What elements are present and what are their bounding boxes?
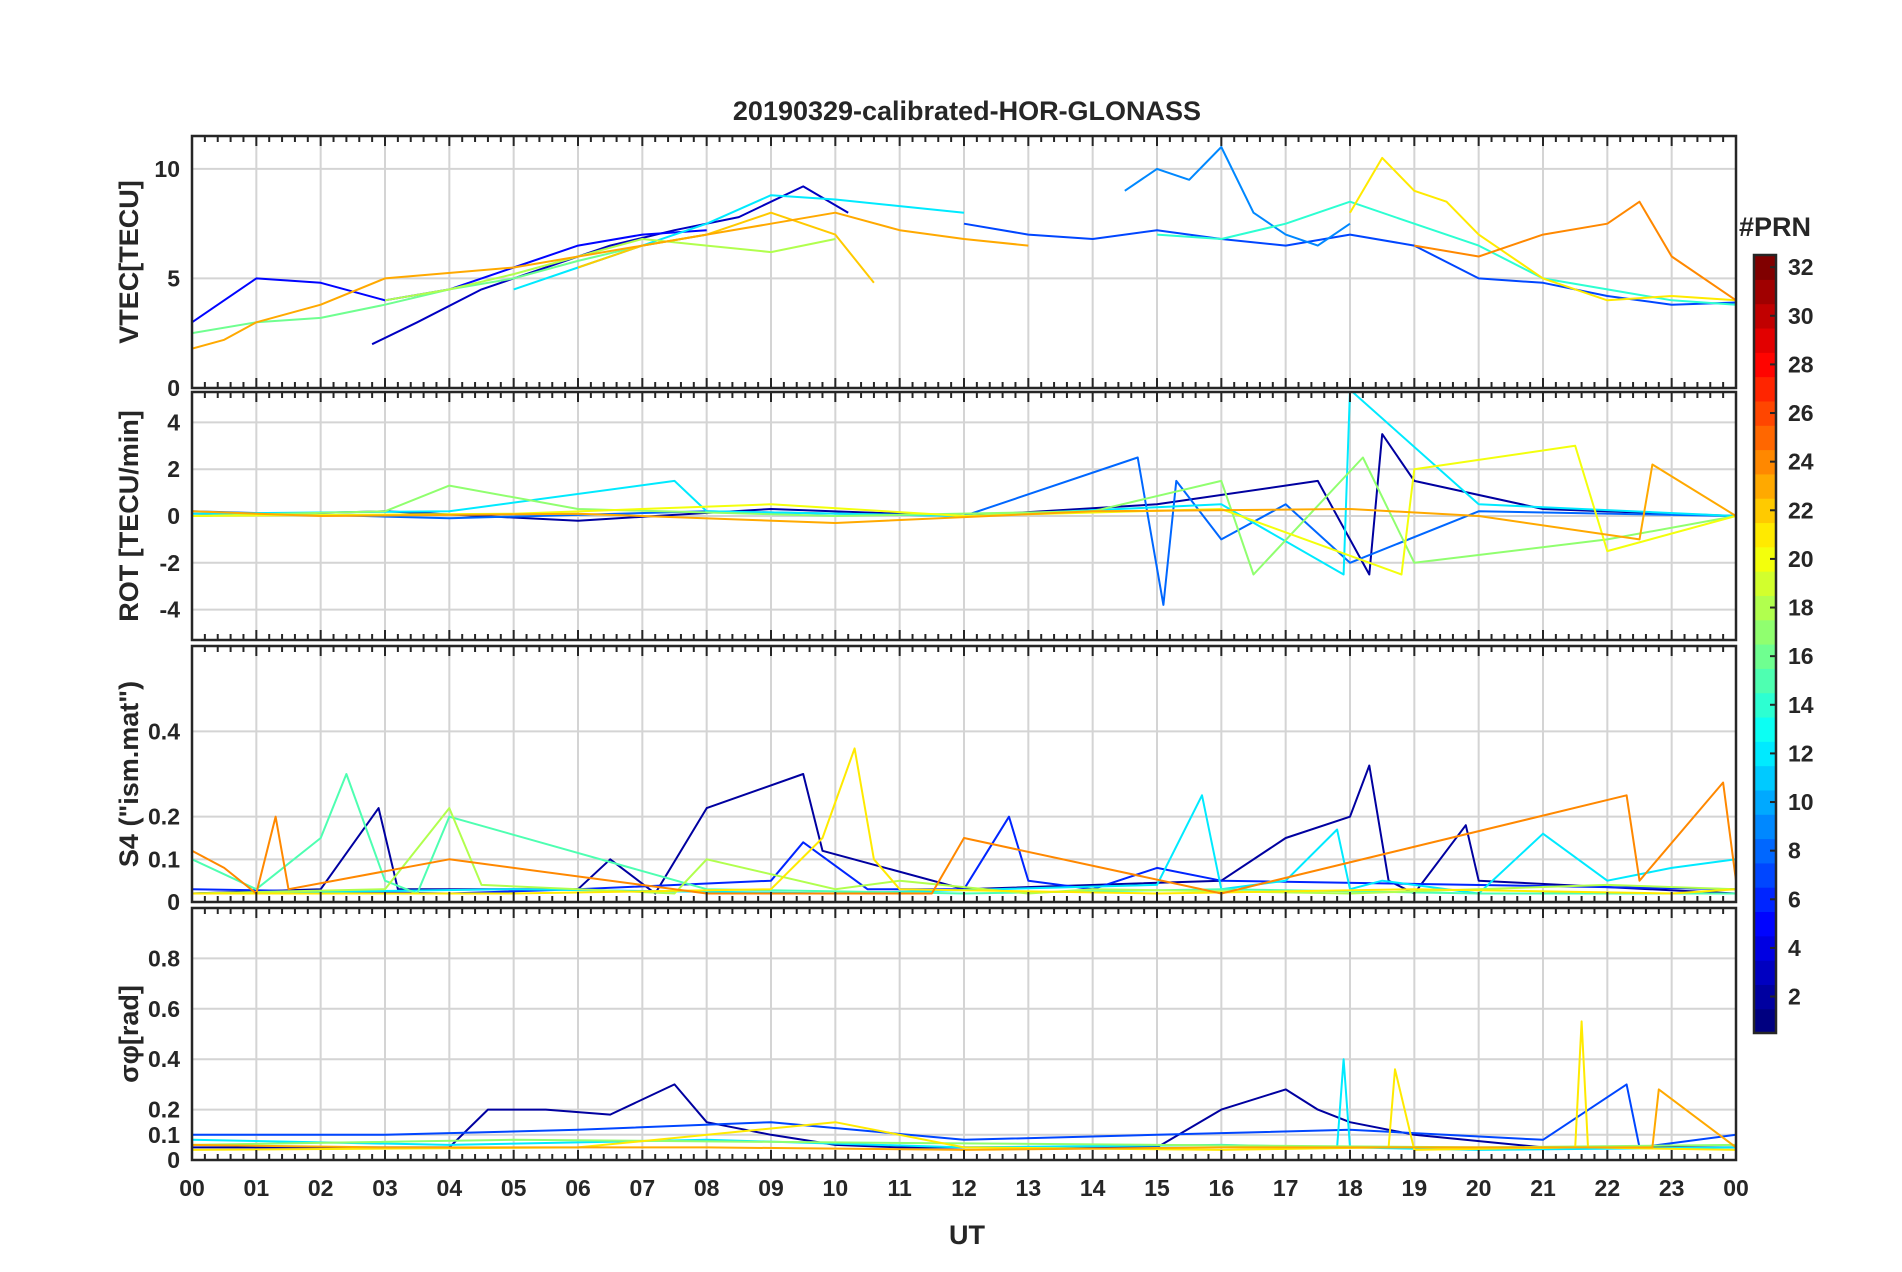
x-axis-label: UT xyxy=(949,1220,985,1250)
colorbar-swatch xyxy=(1754,279,1776,305)
panel-rot: -4 -2 0 2 4 ROT [TECU/min] xyxy=(114,390,1738,642)
colorbar-tick-label: 32 xyxy=(1788,254,1814,280)
y-tick-label: 5 xyxy=(167,265,180,291)
colorbar: 2468101214161820222426283032 xyxy=(1752,253,1814,1035)
y-tick-label: -4 xyxy=(160,597,181,623)
colorbar-label: #PRN xyxy=(1739,212,1811,242)
x-tick-label: 15 xyxy=(1144,1175,1170,1201)
colorbar-tick-label: 12 xyxy=(1788,740,1814,766)
y-axis-label: VTEC[TECU] xyxy=(114,180,144,344)
x-tick-label: 04 xyxy=(437,1175,463,1201)
figure: 20190329-calibrated-HOR-GLONASS 0510VTEC… xyxy=(114,96,1814,1250)
x-tick-label: 12 xyxy=(951,1175,977,1201)
colorbar-swatch xyxy=(1754,522,1776,548)
y-axis-label: ROT [TECU/min] xyxy=(114,410,144,621)
colorbar-tick-label: 14 xyxy=(1788,692,1814,718)
y-tick-label: 4 xyxy=(167,409,180,435)
panel-vtec: 0 5 10 VTEC[TECU] xyxy=(114,134,1738,401)
colorbar-tick-label: 28 xyxy=(1788,351,1814,377)
colorbar-swatch xyxy=(1754,765,1776,791)
series-line-prn-3 xyxy=(371,185,849,346)
panel-sigma_phi: 00.10.2 0.4 0.6 0.8σφ[rad] 00 01 02 03 04 05 06 07 0… xyxy=(114,906,1749,1201)
colorbar-swatch xyxy=(1754,911,1776,937)
x-tick-label: 14 xyxy=(1080,1175,1106,1201)
series-line-prn-12 xyxy=(513,194,965,291)
y-tick-label: 0.6 xyxy=(148,996,180,1022)
x-tick-label: 13 xyxy=(1016,1175,1042,1201)
x-tick-label: 00 xyxy=(1723,1175,1749,1201)
y-tick-label: 0 xyxy=(167,1147,180,1173)
x-tick-label: 16 xyxy=(1209,1175,1235,1201)
colorbar-tick-label: 20 xyxy=(1788,546,1814,572)
y-tick-label: 0.2 xyxy=(148,1097,180,1123)
x-tick-label: 08 xyxy=(694,1175,720,1201)
x-tick-label: 00 xyxy=(179,1175,205,1201)
panels: 0510VTEC[TECU]-4-2024ROT [TECU/min]00.10… xyxy=(114,134,1749,1201)
colorbar-swatch xyxy=(1754,473,1776,499)
colorbar-swatch xyxy=(1754,619,1776,645)
series-line-prn-24 xyxy=(1414,200,1736,302)
y-tick-label: 10 xyxy=(154,156,180,182)
colorbar-tick-label: 22 xyxy=(1788,497,1814,523)
colorbar-swatch xyxy=(1754,960,1776,985)
y-axis-label: S4 ("ism.mat") xyxy=(114,681,144,867)
y-tick-label: 0 xyxy=(167,889,180,915)
y-tick-label: 0.1 xyxy=(148,1122,180,1148)
colorbar-swatch xyxy=(1754,376,1776,402)
colorbar-tick-label: 30 xyxy=(1788,303,1814,329)
colorbar-swatch xyxy=(1754,814,1776,840)
y-tick-label: 0 xyxy=(167,503,180,529)
colorbar-tick-label: 18 xyxy=(1788,595,1814,621)
y-tick-label: 0.8 xyxy=(148,945,180,971)
panel-s4: 0 0.1 0.2 0.4S4 ("ism.mat") xyxy=(114,644,1738,915)
x-tick-label: 18 xyxy=(1337,1175,1363,1201)
x-tick-label: 23 xyxy=(1659,1175,1685,1201)
x-tick-label: 05 xyxy=(501,1175,527,1201)
y-tick-label: 2 xyxy=(167,456,180,482)
x-tick-label: 03 xyxy=(372,1175,398,1201)
y-tick-label: 0.4 xyxy=(148,718,180,744)
colorbar-tick-label: 6 xyxy=(1788,886,1801,912)
series-line-prn-18 xyxy=(384,238,836,302)
y-tick-label: -2 xyxy=(160,550,180,576)
x-tick-label: 20 xyxy=(1466,1175,1492,1201)
x-tick-label: 07 xyxy=(630,1175,656,1201)
colorbar-swatch xyxy=(1754,571,1776,596)
x-tick-label: 11 xyxy=(888,1175,913,1201)
colorbar-tick-label: 10 xyxy=(1788,789,1814,815)
series-line-prn-23 xyxy=(192,211,1029,350)
colorbar-tick-label: 26 xyxy=(1788,400,1814,426)
x-tick-label: 17 xyxy=(1273,1175,1299,1201)
colorbar-swatch xyxy=(1754,716,1776,742)
colorbar-tick-label: 8 xyxy=(1788,838,1801,864)
colorbar-tick-label: 2 xyxy=(1788,984,1801,1010)
colorbar-swatch xyxy=(1754,425,1776,451)
x-tick-label: 22 xyxy=(1595,1175,1621,1201)
x-tick-label: 10 xyxy=(823,1175,849,1201)
y-tick-label: 0.1 xyxy=(148,846,180,872)
colorbar-tick-label: 16 xyxy=(1788,643,1814,669)
x-tick-label: 21 xyxy=(1530,1175,1556,1201)
y-tick-label: 0 xyxy=(167,375,180,401)
x-tick-label: 06 xyxy=(565,1175,591,1201)
colorbar-tick-label: 24 xyxy=(1788,449,1814,475)
x-tick-label: 19 xyxy=(1402,1175,1428,1201)
y-tick-label: 0.4 xyxy=(148,1046,180,1072)
x-tick-label: 09 xyxy=(758,1175,784,1201)
y-axis-label: σφ[rad] xyxy=(114,985,144,1083)
x-tick-label: 01 xyxy=(244,1175,270,1201)
figure-title: 20190329-calibrated-HOR-GLONASS xyxy=(733,96,1201,126)
colorbar-swatch xyxy=(1754,862,1776,888)
colorbar-swatch xyxy=(1754,668,1776,694)
x-tick-label: 02 xyxy=(308,1175,334,1201)
colorbar-tick-label: 4 xyxy=(1788,935,1801,961)
colorbar-swatch xyxy=(1754,1008,1776,1034)
y-tick-label: 0.2 xyxy=(148,804,180,830)
colorbar-swatch xyxy=(1754,327,1776,353)
